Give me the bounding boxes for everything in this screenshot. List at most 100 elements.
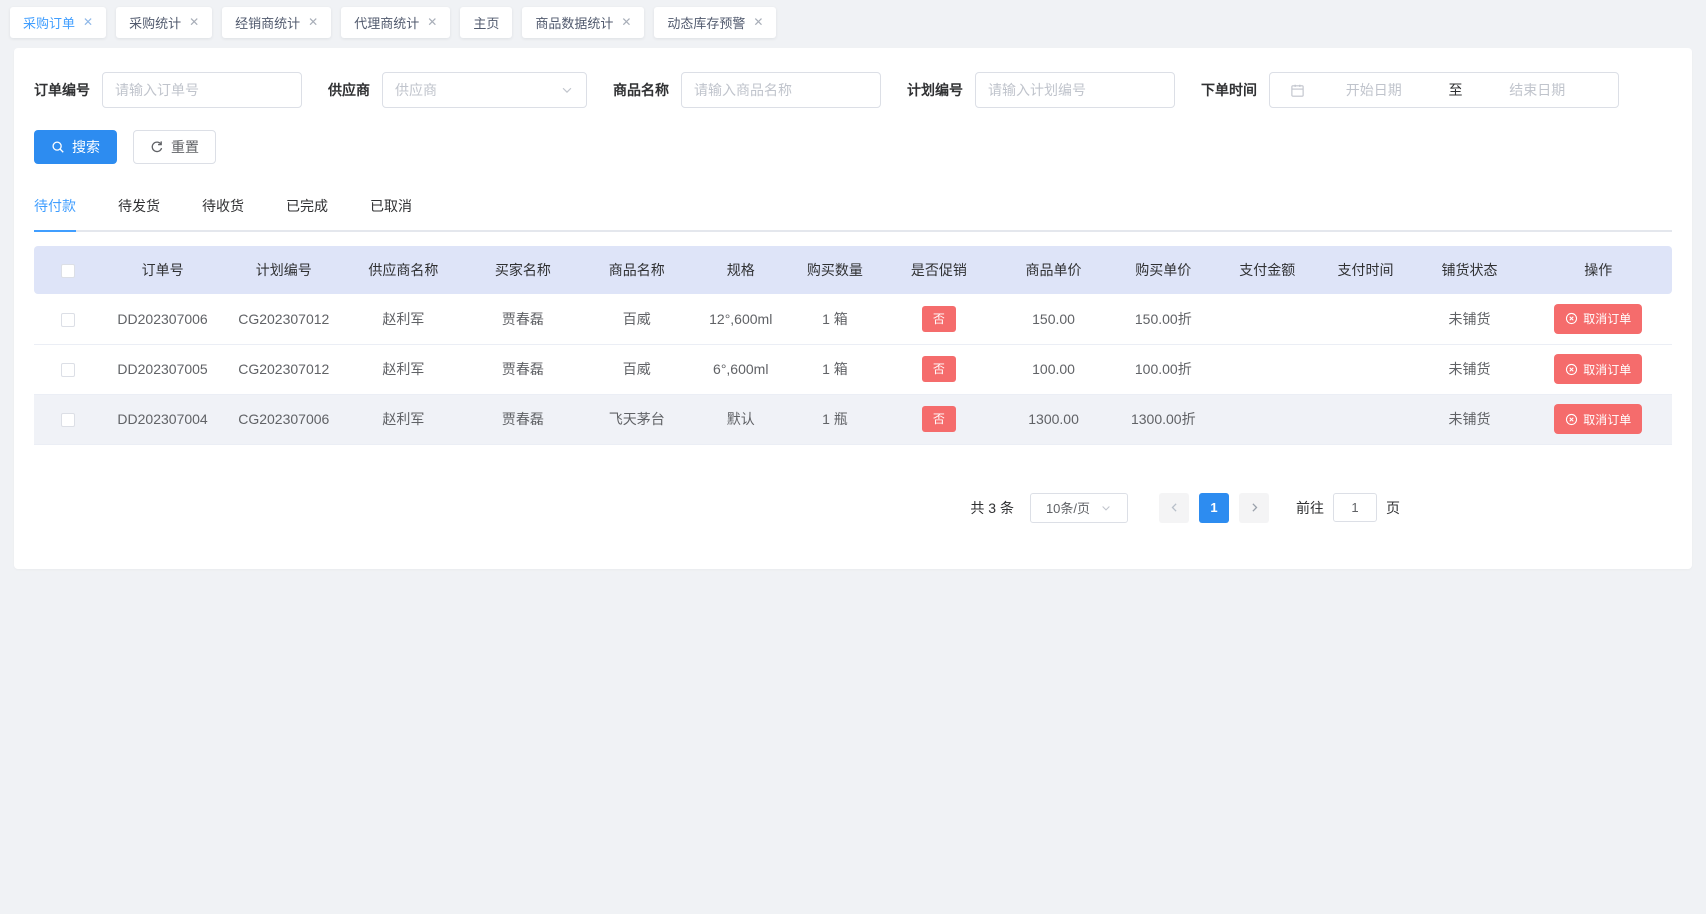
tag-agent-stats[interactable]: 代理商统计 ✕ bbox=[341, 7, 450, 38]
row-checkbox[interactable] bbox=[61, 413, 75, 427]
refresh-icon bbox=[150, 140, 164, 154]
goto-page-input[interactable] bbox=[1333, 493, 1377, 522]
close-icon[interactable]: ✕ bbox=[621, 16, 631, 28]
col-spec: 规格 bbox=[691, 246, 791, 294]
plan-no-input-box bbox=[975, 72, 1175, 108]
search-button-label: 搜索 bbox=[72, 137, 100, 157]
goto-prefix: 前往 bbox=[1296, 498, 1324, 518]
supplier-select-placeholder: 供应商 bbox=[395, 80, 552, 100]
tag-purchase-stats[interactable]: 采购统计 ✕ bbox=[116, 7, 212, 38]
date-range-separator: 至 bbox=[1443, 80, 1469, 100]
start-date-field[interactable]: 开始日期 bbox=[1305, 80, 1443, 100]
close-icon[interactable]: ✕ bbox=[427, 16, 437, 28]
tag-product-data-stats[interactable]: 商品数据统计 ✕ bbox=[522, 7, 644, 38]
cancel-order-label: 取消订单 bbox=[1583, 310, 1631, 327]
filter-supplier: 供应商 供应商 bbox=[328, 72, 587, 108]
stock-status: 未铺货 bbox=[1415, 294, 1525, 344]
pay-time bbox=[1316, 294, 1414, 344]
plan-no-input[interactable] bbox=[988, 82, 1162, 98]
product-name: 飞天茅台 bbox=[583, 394, 691, 444]
plan-no: CG202307012 bbox=[224, 294, 344, 344]
close-icon[interactable]: ✕ bbox=[189, 16, 199, 28]
row-checkbox[interactable] bbox=[61, 363, 75, 377]
filter-bar: 订单编号 供应商 供应商 商品名称 计划编号 bbox=[34, 72, 1672, 108]
pay-amount bbox=[1218, 344, 1316, 394]
pagination-total: 共 3 条 bbox=[970, 498, 1014, 518]
next-page-button[interactable] bbox=[1239, 493, 1269, 523]
table-row: DD202307006 CG202307012 赵利军 贾春磊 百威 12°,6… bbox=[34, 294, 1672, 344]
buy-price: 100.00折 bbox=[1108, 344, 1218, 394]
tab-cancelled[interactable]: 已取消 bbox=[370, 192, 412, 230]
tag-label: 主页 bbox=[473, 13, 499, 32]
quantity: 1 瓶 bbox=[791, 394, 879, 444]
supplier-name: 赵利军 bbox=[344, 294, 464, 344]
cancel-order-label: 取消订单 bbox=[1583, 411, 1631, 428]
col-order-no: 订单号 bbox=[101, 246, 224, 294]
unit-price: 1300.00 bbox=[999, 394, 1109, 444]
tab-completed[interactable]: 已完成 bbox=[286, 192, 328, 230]
tag-purchase-order[interactable]: 采购订单 ✕ bbox=[10, 7, 106, 38]
cancel-order-button[interactable]: 取消订单 bbox=[1554, 354, 1642, 384]
filter-order-no: 订单编号 bbox=[34, 72, 302, 108]
order-no: DD202307006 bbox=[101, 294, 224, 344]
reset-button[interactable]: 重置 bbox=[133, 130, 216, 164]
plan-no: CG202307012 bbox=[224, 344, 344, 394]
end-date-field[interactable]: 结束日期 bbox=[1469, 80, 1607, 100]
pay-amount bbox=[1218, 394, 1316, 444]
cancel-order-button[interactable]: 取消订单 bbox=[1554, 304, 1642, 334]
order-no-input[interactable] bbox=[115, 82, 289, 98]
buyer-name: 贾春磊 bbox=[463, 394, 583, 444]
filter-plan-no: 计划编号 bbox=[907, 72, 1175, 108]
tag-label: 经销商统计 bbox=[235, 13, 300, 32]
product-name: 百威 bbox=[583, 344, 691, 394]
supplier-name: 赵利军 bbox=[344, 344, 464, 394]
search-icon bbox=[51, 140, 65, 154]
tag-stock-warning[interactable]: 动态库存预警 ✕ bbox=[654, 7, 776, 38]
close-icon[interactable]: ✕ bbox=[308, 16, 318, 28]
search-button[interactable]: 搜索 bbox=[34, 130, 117, 164]
supplier-select[interactable]: 供应商 bbox=[382, 72, 587, 108]
order-no: DD202307005 bbox=[101, 344, 224, 394]
tag-home[interactable]: 主页 bbox=[460, 7, 512, 38]
tag-bar: 采购订单 ✕ 采购统计 ✕ 经销商统计 ✕ 代理商统计 ✕ 主页 商品数据统计 … bbox=[0, 0, 1706, 44]
close-icon[interactable]: ✕ bbox=[83, 16, 93, 28]
cancel-order-button[interactable]: 取消订单 bbox=[1554, 404, 1642, 434]
tag-dealer-stats[interactable]: 经销商统计 ✕ bbox=[222, 7, 331, 38]
page-size-select[interactable]: 10条/页 bbox=[1030, 493, 1128, 523]
col-pay-amount: 支付金额 bbox=[1218, 246, 1316, 294]
supplier-name: 赵利军 bbox=[344, 394, 464, 444]
goto-page: 前往 页 bbox=[1296, 493, 1400, 522]
tag-label: 采购订单 bbox=[23, 13, 75, 32]
buyer-name: 贾春磊 bbox=[463, 344, 583, 394]
cancel-circle-icon bbox=[1565, 363, 1578, 376]
quantity: 1 箱 bbox=[791, 294, 879, 344]
chevron-down-icon bbox=[560, 83, 574, 97]
orders-table: 订单号 计划编号 供应商名称 买家名称 商品名称 规格 购买数量 是否促销 商品… bbox=[34, 246, 1672, 445]
col-stock-status: 铺货状态 bbox=[1415, 246, 1525, 294]
plan-no-label: 计划编号 bbox=[907, 80, 963, 100]
stock-status: 未铺货 bbox=[1415, 394, 1525, 444]
main-panel: 订单编号 供应商 供应商 商品名称 计划编号 bbox=[14, 48, 1692, 569]
status-tabs: 待付款 待发货 待收货 已完成 已取消 bbox=[34, 192, 1672, 232]
tab-pending-shipment[interactable]: 待发货 bbox=[118, 192, 160, 230]
prev-page-button[interactable] bbox=[1159, 493, 1189, 523]
chevron-right-icon bbox=[1248, 501, 1261, 514]
page-number-current[interactable]: 1 bbox=[1199, 493, 1229, 523]
tab-pending-payment[interactable]: 待付款 bbox=[34, 192, 76, 230]
row-checkbox[interactable] bbox=[61, 313, 75, 327]
buy-price: 150.00折 bbox=[1108, 294, 1218, 344]
filter-product-name: 商品名称 bbox=[613, 72, 881, 108]
promo-badge: 否 bbox=[922, 406, 956, 432]
order-no-input-box bbox=[102, 72, 302, 108]
date-range-picker[interactable]: 开始日期 至 结束日期 bbox=[1269, 72, 1619, 108]
action-bar: 搜索 重置 bbox=[34, 130, 1672, 164]
promo-badge: 否 bbox=[922, 356, 956, 382]
buy-price: 1300.00折 bbox=[1108, 394, 1218, 444]
pagination: 共 3 条 10条/页 1 前往 页 bbox=[34, 493, 1672, 523]
tab-pending-receipt[interactable]: 待收货 bbox=[202, 192, 244, 230]
plan-no: CG202307006 bbox=[224, 394, 344, 444]
close-icon[interactable]: ✕ bbox=[753, 16, 763, 28]
product-name-input[interactable] bbox=[694, 82, 868, 98]
select-all-checkbox[interactable] bbox=[61, 264, 75, 278]
unit-price: 150.00 bbox=[999, 294, 1109, 344]
